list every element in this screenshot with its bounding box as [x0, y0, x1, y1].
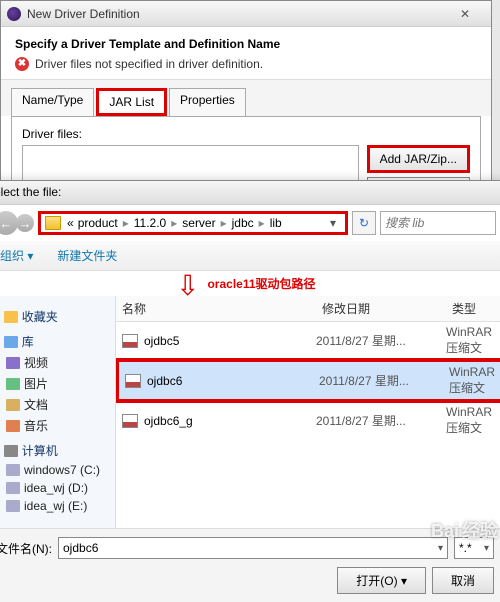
chevron-right-icon: ▸ — [218, 216, 230, 230]
sidebar-favorites[interactable]: ▷收藏夹 — [0, 306, 109, 327]
chevron-right-icon: ▸ — [256, 216, 268, 230]
file-type: WinRAR 压缩文 — [446, 325, 498, 356]
file-chooser-dialog: elect the file: ← → « product▸ 11.2.0▸ s… — [0, 180, 500, 568]
folder-icon — [45, 216, 61, 230]
documents-icon — [6, 399, 20, 411]
file-name: ojdbc6_g — [144, 414, 193, 428]
chevron-down-icon[interactable]: ▾ — [438, 543, 443, 554]
library-icon — [4, 336, 18, 348]
file-date: 2011/8/27 星期... — [316, 332, 446, 349]
filter-combo[interactable]: *.*▾ — [454, 537, 494, 559]
star-icon — [4, 311, 18, 323]
dialog-titlebar: New Driver Definition ✕ — [1, 1, 491, 27]
column-date[interactable]: 修改日期 — [322, 300, 452, 317]
new-folder-button[interactable]: 新建文件夹 — [53, 245, 121, 266]
sidebar-item-drive[interactable]: windows7 (C:) — [0, 461, 109, 479]
archive-icon — [125, 374, 141, 388]
breadcrumb-item[interactable]: 11.2.0 — [132, 216, 168, 230]
file-name: ojdbc6 — [147, 374, 182, 388]
open-button[interactable]: 打开(O) ▾ — [337, 567, 426, 594]
archive-icon — [122, 334, 138, 348]
annotation-text: oracle11驱动包路径 — [207, 275, 315, 292]
add-jar-button[interactable]: Add JAR/Zip... — [367, 145, 470, 173]
dialog-header: Specify a Driver Template and Definition… — [1, 27, 491, 80]
file-name: ojdbc5 — [144, 334, 179, 348]
breadcrumb[interactable]: « product▸ 11.2.0▸ server▸ jdbc▸ lib ▾ — [38, 211, 348, 235]
file-row[interactable]: ojdbc6 2011/8/27 星期...WinRAR 压缩文 — [116, 359, 500, 402]
dialog-error-text: Driver files not specified in driver def… — [35, 57, 263, 71]
breadcrumb-item[interactable]: product — [76, 216, 120, 230]
tab-name-type[interactable]: Name/Type — [11, 88, 94, 116]
sidebar-item-video[interactable]: 视频 — [0, 352, 109, 373]
breadcrumb-chevrons: « — [65, 216, 76, 230]
dialog-header-title: Specify a Driver Template and Definition… — [15, 37, 477, 51]
column-headers: 名称 修改日期 类型 — [116, 296, 500, 322]
error-icon: ✖ — [15, 57, 29, 71]
driver-files-label: Driver files: — [22, 127, 470, 141]
tab-properties[interactable]: Properties — [169, 88, 246, 116]
breadcrumb-item[interactable]: jdbc — [230, 216, 256, 230]
column-type[interactable]: 类型 — [452, 300, 498, 317]
search-input[interactable] — [380, 211, 496, 235]
tab-bar: Name/Type JAR List Properties — [1, 80, 491, 116]
chooser-title: elect the file: — [0, 181, 500, 205]
file-date: 2011/8/27 星期... — [319, 372, 449, 389]
chevron-down-icon[interactable]: ▾ — [484, 543, 489, 554]
chevron-right-icon: ▸ — [168, 216, 180, 230]
nav-forward-button[interactable]: → — [16, 214, 34, 232]
breadcrumb-item[interactable]: server — [180, 216, 217, 230]
dialog-error: ✖ Driver files not specified in driver d… — [15, 57, 477, 71]
disk-icon — [6, 500, 20, 512]
filename-label: 文件名(N): — [0, 540, 52, 557]
cancel-button[interactable]: 取消 — [432, 567, 494, 594]
close-icon[interactable]: ✕ — [445, 7, 485, 21]
chevron-right-icon: ▸ — [120, 216, 132, 230]
chooser-toolbar: 组织 ▾ 新建文件夹 — [0, 241, 500, 271]
disk-icon — [6, 464, 20, 476]
music-icon — [6, 420, 20, 432]
tab-jar-list[interactable]: JAR List — [96, 88, 167, 116]
file-type: WinRAR 压缩文 — [446, 405, 498, 436]
file-row[interactable]: ojdbc5 2011/8/27 星期...WinRAR 压缩文 — [116, 322, 500, 359]
sidebar-item-music[interactable]: 音乐 — [0, 415, 109, 436]
address-bar: ← → « product▸ 11.2.0▸ server▸ jdbc▸ lib… — [0, 205, 500, 241]
sidebar-item-pictures[interactable]: 图片 — [0, 373, 109, 394]
file-row[interactable]: ojdbc6_g 2011/8/27 星期...WinRAR 压缩文 — [116, 402, 500, 439]
sidebar: ▷收藏夹 ▽库 视频 图片 文档 音乐 ▽计算机 windows7 (C:) i… — [0, 296, 116, 528]
filename-input[interactable]: ojdbc6▾ — [58, 537, 448, 559]
sidebar-computer[interactable]: ▽计算机 — [0, 440, 109, 461]
organize-menu[interactable]: 组织 ▾ — [0, 245, 37, 266]
file-date: 2011/8/27 星期... — [316, 412, 446, 429]
sidebar-libraries[interactable]: ▽库 — [0, 331, 109, 352]
chevron-down-icon[interactable]: ▾ — [325, 216, 341, 230]
sidebar-item-drive[interactable]: idea_wj (E:) — [0, 497, 109, 515]
eclipse-icon — [7, 7, 21, 21]
disk-icon — [6, 482, 20, 494]
dialog-title: New Driver Definition — [27, 7, 445, 21]
refresh-button[interactable]: ↻ — [352, 211, 376, 235]
computer-icon — [4, 445, 18, 457]
file-list-pane: 名称 修改日期 类型 ojdbc52011/8/27 星期...WinRAR 压… — [116, 296, 500, 528]
column-name[interactable]: 名称 — [122, 300, 322, 317]
sidebar-item-documents[interactable]: 文档 — [0, 394, 109, 415]
file-type: WinRAR 压缩文 — [449, 365, 495, 396]
video-icon — [6, 357, 20, 369]
sidebar-item-drive[interactable]: idea_wj (D:) — [0, 479, 109, 497]
chooser-footer: 文件名(N): ojdbc6▾ *.*▾ 打开(O) ▾ 取消 — [0, 528, 500, 602]
pictures-icon — [6, 378, 20, 390]
archive-icon — [122, 414, 138, 428]
breadcrumb-item[interactable]: lib — [268, 216, 284, 230]
